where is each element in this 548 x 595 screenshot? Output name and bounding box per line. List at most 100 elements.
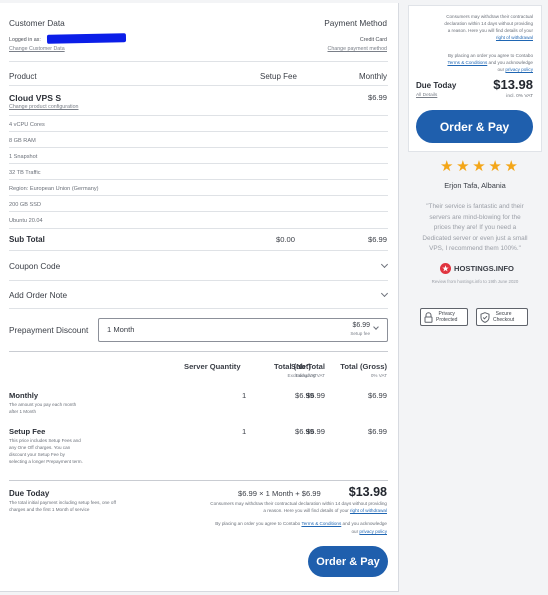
due-today-total: $13.98 xyxy=(348,485,387,499)
product-monthly-price: $6.99 xyxy=(367,93,387,102)
sidebar-right-of-withdrawal-link[interactable]: right of withdrawal xyxy=(496,35,533,40)
feature-item: Region: European Union (Germany) xyxy=(9,186,99,192)
hostings-info-brand: HOSTINGS.INFO xyxy=(454,264,514,273)
divider xyxy=(9,163,388,164)
badge-line: Protected xyxy=(436,317,458,323)
sidebar-withdraw-notice: Consumers may withdraw their contractual… xyxy=(444,13,533,41)
divider xyxy=(9,179,388,180)
star-icon: ★ xyxy=(472,158,486,175)
prepayment-price: $6.99 xyxy=(352,322,370,329)
summary-row-desc: after 1 Month xyxy=(9,409,37,414)
sidebar-withdraw-text: Consumers may withdraw their contractual xyxy=(446,14,533,19)
withdraw-notice-line2: a reason. Here you will find details of … xyxy=(263,508,387,513)
feature-item: 32 TB Traffic xyxy=(9,170,41,176)
star-icon: ★ xyxy=(504,158,518,175)
sidebar-agree-text: By placing an order you agree to Contabo xyxy=(447,53,533,58)
review-quote-line: VPS, I recommend them 100%." xyxy=(429,245,521,252)
summary-row-gross: $6.99 xyxy=(367,391,387,400)
due-today-formula: $6.99 × 1 Month + $6.99 xyxy=(238,489,321,498)
prepayment-select[interactable] xyxy=(98,318,388,342)
sidebar-our-text: our xyxy=(497,67,505,72)
payment-method-value: Credit Card xyxy=(359,37,387,43)
summary-row-desc: discount your Setup Fee by xyxy=(9,452,65,457)
change-payment-method-link[interactable]: Change payment method xyxy=(328,46,387,52)
summary-header-net-note: Excluding VAT xyxy=(287,373,317,378)
star-icon: ★ xyxy=(440,158,454,175)
summary-row-gross: $6.99 xyxy=(367,427,387,436)
agree-text: and you acknowledge xyxy=(342,521,387,526)
divider xyxy=(9,480,388,481)
divider xyxy=(9,211,388,212)
subtotal-setup: $0.00 xyxy=(276,235,296,244)
sidebar-due-today-total: $13.98 xyxy=(493,77,533,92)
due-today-desc: The total initial payment including setu… xyxy=(9,500,116,505)
add-order-note-toggle[interactable]: Add Order Note xyxy=(9,290,67,300)
shield-check-icon xyxy=(480,311,490,323)
hostings-info-logo: HOSTINGS.INFO xyxy=(440,263,514,274)
setup-fee-column-header: Setup Fee xyxy=(260,72,297,81)
divider xyxy=(9,131,388,132)
summary-header-gross: Total (Gross) xyxy=(340,362,387,371)
summary-row-title: Setup Fee xyxy=(9,427,46,436)
privacy-policy-link[interactable]: privacy policy xyxy=(359,529,387,534)
coupon-code-toggle[interactable]: Coupon Code xyxy=(9,261,60,271)
sidebar-vat-note: incl. 0% VAT xyxy=(506,94,533,99)
agree-notice: By placing an order you agree to Contabo… xyxy=(215,521,387,526)
summary-row-net: $6.99 xyxy=(295,391,315,400)
sidebar-order-and-pay-button[interactable]: Order & Pay xyxy=(416,110,533,143)
terms-link[interactable]: Terms & Conditions xyxy=(301,521,341,526)
monthly-column-header: Monthly xyxy=(358,72,387,81)
privacy-notice: our privacy policy xyxy=(352,529,388,534)
product-column-header: Product xyxy=(9,72,37,81)
review-quote-line: Dedicated server or even just a small xyxy=(422,234,528,242)
badge-line: Checkout xyxy=(493,317,515,323)
hostings-logo-icon xyxy=(440,263,451,274)
sidebar-agree-text: and you acknowledge xyxy=(488,60,533,65)
divider xyxy=(9,308,388,309)
summary-header-quantity: Server Quantity xyxy=(184,362,241,371)
privacy-protected-badge: Privacy Protected xyxy=(420,308,468,326)
our-text: our xyxy=(351,529,359,534)
feature-item: 4 vCPU Cores xyxy=(9,122,45,128)
divider xyxy=(9,61,388,62)
sidebar-terms-link[interactable]: Terms & Conditions xyxy=(447,60,487,65)
logged-in-label: Logged in as: xyxy=(9,37,41,43)
sidebar-all-details-link[interactable]: All Details xyxy=(416,93,437,98)
sidebar-privacy-policy-link[interactable]: privacy policy xyxy=(505,67,533,72)
feature-item: 200 GB SSD xyxy=(9,202,42,208)
sidebar-withdraw-text: declaration within 14 days without provi… xyxy=(444,21,533,26)
review-quote-line: prices they are! If you need a xyxy=(433,224,517,231)
summary-row-desc: any One Off charges. You can xyxy=(9,445,71,450)
payment-method-heading: Payment Method xyxy=(324,18,387,28)
summary-row-desc: This price includes Setup Fees and xyxy=(9,438,81,443)
divider xyxy=(9,115,388,116)
feature-item: Ubuntu 20.04 xyxy=(9,218,43,224)
summary-row-title: Monthly xyxy=(9,391,39,400)
right-of-withdrawal-link[interactable]: right of withdrawal xyxy=(350,508,387,513)
review-author: Erjon Tafa, Albania xyxy=(444,181,506,190)
summary-row-quantity: 1 xyxy=(242,391,247,400)
divider xyxy=(9,280,388,281)
change-customer-data-link[interactable]: Change Customer Data xyxy=(9,46,65,52)
summary-header-net: Total (Net) xyxy=(274,362,311,371)
redacted-username xyxy=(46,33,127,44)
sidebar-agree-notice: By placing an order you agree to Contabo… xyxy=(447,52,533,73)
secure-checkout-badge: Secure Checkout xyxy=(476,308,528,326)
withdraw-notice: Consumers may withdraw their contractual… xyxy=(210,501,387,506)
customer-data-heading: Customer Data xyxy=(9,18,65,28)
review-quote-line: "Their service is fantastic and their xyxy=(426,203,524,210)
divider xyxy=(9,228,388,229)
order-and-pay-button[interactable]: Order & Pay xyxy=(308,546,388,577)
divider xyxy=(9,85,388,86)
privacy-badge-text: Privacy Protected xyxy=(436,311,457,323)
summary-row-quantity: 1 xyxy=(242,427,247,436)
due-today-label: Due Today xyxy=(9,489,50,498)
review-quote: "Their service is fantastic and their se… xyxy=(408,202,542,255)
summary-row-desc: The amount you pay each month xyxy=(9,402,77,407)
sidebar-withdraw-text: a reason. Here you will find details of … xyxy=(447,28,533,33)
change-product-configuration-link[interactable]: Change product configuration xyxy=(9,104,79,110)
star-icon: ★ xyxy=(456,158,470,175)
summary-header-gross-note: 0% VAT xyxy=(370,373,387,378)
sidebar-due-today-label: Due Today xyxy=(416,81,457,90)
prepayment-selected-value: 1 Month xyxy=(107,325,135,334)
